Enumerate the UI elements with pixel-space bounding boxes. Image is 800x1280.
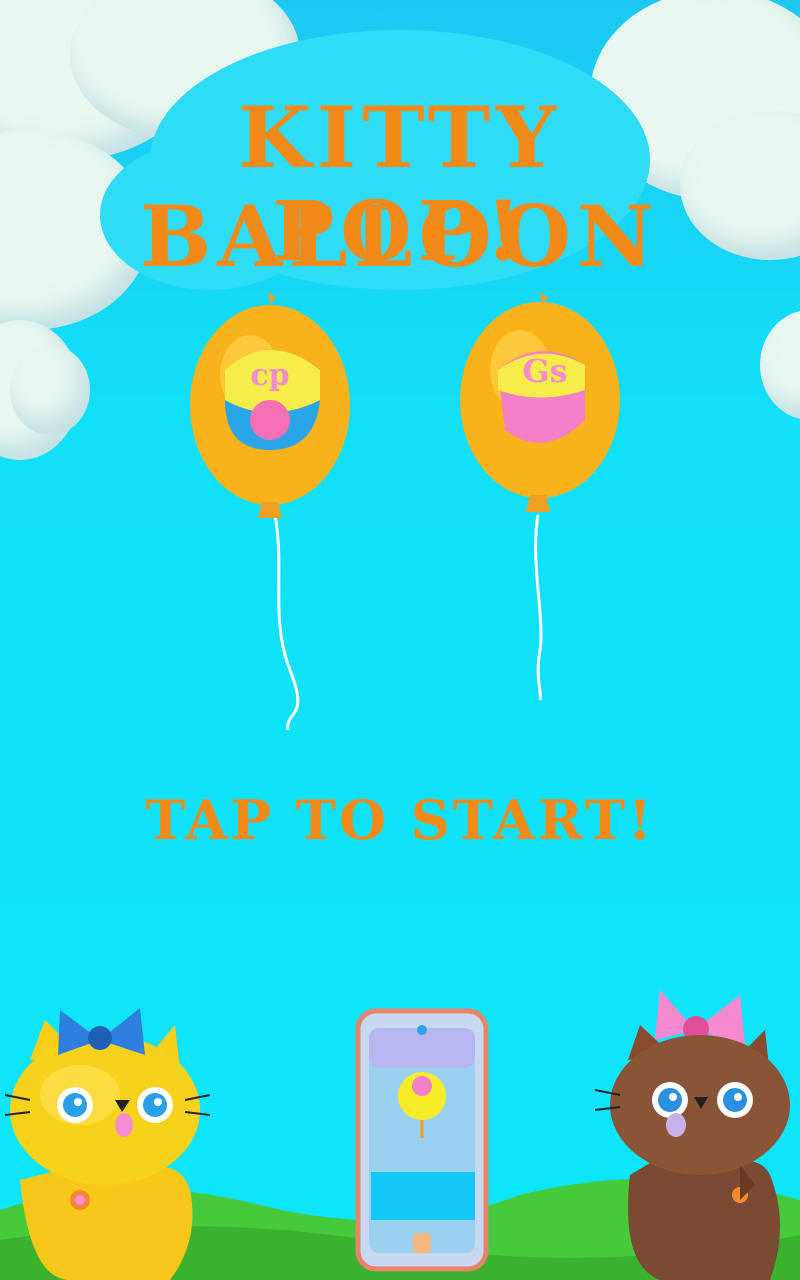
cloud-mid-left-2 — [10, 345, 90, 435]
phone-tap-icon — [355, 1008, 489, 1272]
balloon-right[interactable]: Gs — [450, 290, 640, 710]
game-title-line-2: POP! — [272, 184, 528, 280]
cat-body — [628, 1160, 780, 1280]
game-scene: KITTY BALLOON POP! cp Gs TAP TO START! — [0, 0, 800, 1280]
cloud-mid-right — [760, 310, 800, 420]
svg-text:cp: cp — [250, 358, 289, 393]
balloon-left[interactable]: cp — [180, 290, 370, 740]
brown-cat — [594, 990, 790, 1280]
cat-bow-blue — [58, 1008, 145, 1055]
balloon-string — [273, 514, 300, 731]
tap-to-start-button[interactable]: TAP TO START! — [0, 788, 800, 852]
yellow-cat — [4, 1008, 211, 1280]
balloon-string — [534, 514, 543, 701]
svg-text:Gs: Gs — [522, 352, 567, 390]
